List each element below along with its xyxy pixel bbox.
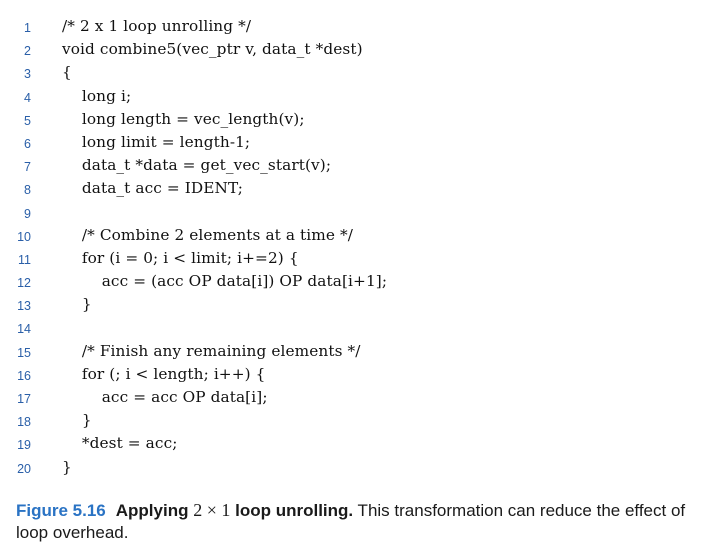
line-number: 12	[17, 276, 31, 291]
code-line: 16 for (; i < length; i++) {	[0, 365, 716, 388]
code-line: 5 long length = vec_length(v);	[0, 110, 716, 133]
code-line: 19 *dest = acc;	[0, 434, 716, 457]
code-text: }	[62, 295, 92, 314]
line-number: 9	[24, 206, 31, 221]
code-text: data_t acc = IDENT;	[62, 179, 244, 198]
code-text: /* Combine 2 elements at a time */	[62, 225, 354, 244]
line-number: 13	[17, 299, 31, 314]
code-line: 6 long limit = length-1;	[0, 133, 716, 156]
code-line: 11 for (i = 0; i < limit; i+=2) {	[0, 249, 716, 272]
code-line: 14	[0, 318, 716, 341]
line-number: 2	[24, 44, 31, 59]
code-text: }	[62, 411, 92, 430]
code-text: /* Finish any remaining elements */	[62, 341, 361, 360]
line-number: 6	[24, 136, 31, 151]
code-text: data_t *data = get_vec_start(v);	[62, 156, 332, 175]
line-number: 11	[18, 252, 31, 267]
code-line: 17 acc = acc OP data[i];	[0, 388, 716, 411]
line-number: 14	[17, 322, 31, 337]
line-number: 10	[17, 229, 31, 244]
code-text: *dest = acc;	[62, 434, 178, 453]
code-text: /* 2 x 1 loop unrolling */	[62, 17, 252, 35]
line-number: 15	[17, 345, 31, 360]
code-text: acc = acc OP data[i];	[62, 388, 268, 406]
code-text: {	[62, 63, 72, 82]
line-number: 8	[24, 183, 31, 198]
figure-caption: Figure 5.16 Applying 2 × 1 loop unrolling…	[16, 499, 706, 544]
code-line: 20}	[0, 458, 716, 481]
figure-title-math: 2 × 1	[193, 500, 231, 520]
code-line: 15 /* Finish any remaining elements */	[0, 342, 716, 365]
figure-title-text-end: loop unrolling.	[230, 501, 354, 520]
line-number: 1	[24, 21, 31, 35]
code-line: 9	[0, 203, 716, 226]
figure-title-text: Applying	[115, 501, 194, 520]
code-line: 18 }	[0, 411, 716, 434]
line-number: 20	[17, 461, 31, 476]
code-text: acc = (acc OP data[i]) OP data[i+1];	[62, 272, 388, 291]
code-text: long length = vec_length(v);	[62, 109, 305, 128]
code-line: 3{	[0, 63, 716, 86]
code-text: long limit = length-1;	[62, 132, 251, 151]
code-line: 8 data_t acc = IDENT;	[0, 179, 716, 202]
code-line: 7 data_t *data = get_vec_start(v);	[0, 156, 716, 179]
code-listing: 1 /* 2 x 1 loop unrolling */ 2 void combin…	[0, 17, 716, 481]
line-number: 19	[17, 438, 31, 453]
code-text: for (i = 0; i < limit; i+=2) {	[62, 248, 299, 267]
line-number: 5	[24, 113, 31, 128]
code-text: long i;	[62, 86, 132, 105]
line-number: 17	[17, 392, 31, 406]
line-number: 16	[17, 368, 31, 383]
code-line: 13 }	[0, 295, 716, 318]
line-number: 3	[24, 67, 31, 82]
code-text: void combine5(vec_ptr v, data_t *dest)	[62, 40, 363, 59]
line-number: 4	[24, 90, 31, 105]
figure-label: Figure 5.16	[16, 501, 106, 520]
line-number: 18	[17, 415, 31, 430]
code-line: 10 /* Combine 2 elements at a time */	[0, 226, 716, 249]
code-text: for (; i < length; i++) {	[62, 364, 266, 383]
code-line: 2 void combine5(vec_ptr v, data_t *dest)	[0, 40, 716, 63]
line-number: 7	[24, 160, 31, 175]
code-text: }	[62, 457, 72, 476]
code-line: 4 long i;	[0, 87, 716, 110]
code-line: 12 acc = (acc OP data[i]) OP data[i+1];	[0, 272, 716, 295]
code-line: 1 /* 2 x 1 loop unrolling */	[0, 17, 716, 40]
figure-title: Applying 2 × 1 loop unrolling.	[115, 500, 354, 520]
